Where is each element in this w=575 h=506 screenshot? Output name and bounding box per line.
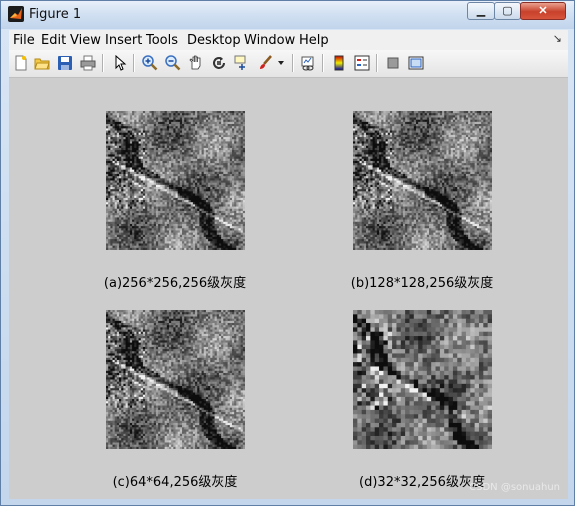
zoom-in-icon[interactable]: [140, 53, 160, 73]
subplot-a-image[interactable]: [106, 111, 245, 250]
brush-icon[interactable]: [255, 53, 275, 73]
title-bar[interactable]: Figure 1 ▁ ▢ ✕: [1, 1, 574, 29]
show-plot-tools-icon[interactable]: [406, 53, 426, 73]
menu-window[interactable]: Window: [244, 33, 295, 48]
menu-tools[interactable]: Tools: [146, 33, 178, 48]
new-figure-icon[interactable]: [11, 53, 31, 73]
figure-window: Figure 1 ▁ ▢ ✕ File Edit View Insert Too…: [0, 0, 575, 506]
subplot-b-pixels: [353, 111, 492, 250]
pixel-cell: [242, 247, 245, 250]
subplot-a-caption: (a)256*256,256级灰度: [103, 276, 247, 291]
save-icon[interactable]: [55, 53, 75, 73]
close-button[interactable]: ✕: [520, 2, 566, 20]
menu-desktop[interactable]: Desktop: [187, 33, 241, 48]
print-icon[interactable]: [78, 53, 98, 73]
subplot-a-pixels: [106, 111, 245, 250]
edit-plot-arrow-icon[interactable]: [110, 53, 130, 73]
maximize-icon: ▢: [502, 5, 513, 17]
menu-insert[interactable]: Insert: [105, 33, 142, 48]
open-file-icon[interactable]: [32, 53, 52, 73]
menu-edit[interactable]: Edit: [41, 33, 66, 48]
subplot-b-image[interactable]: [353, 111, 492, 250]
minimize-icon: ▁: [476, 5, 486, 17]
window-title: Figure 1: [29, 7, 82, 22]
menu-view[interactable]: View: [70, 33, 101, 48]
toolbar-separator: [322, 54, 324, 72]
toolbar-separator: [102, 54, 104, 72]
colorbar-icon[interactable]: [329, 53, 349, 73]
toolbar-separator: [292, 54, 294, 72]
close-icon: ✕: [538, 5, 548, 17]
legend-icon[interactable]: [352, 53, 372, 73]
menu-help[interactable]: Help: [299, 33, 329, 48]
zoom-out-icon[interactable]: [163, 53, 183, 73]
menu-bar: File Edit View Insert Tools Desktop Wind…: [9, 30, 568, 51]
toolbar-separator: [376, 54, 378, 72]
brush-dropdown-icon[interactable]: [275, 53, 287, 73]
figure-canvas[interactable]: (a)256*256,256级灰度 (b)128*128,256级灰度 (c)6…: [9, 78, 568, 499]
link-plot-icon[interactable]: [298, 53, 318, 73]
pan-hand-icon[interactable]: [186, 53, 206, 73]
figure-toolbar: [9, 50, 568, 78]
matlab-app-icon: [8, 6, 24, 22]
dock-figure-icon[interactable]: ↘: [553, 32, 562, 45]
rotate-3d-icon[interactable]: [209, 53, 229, 73]
data-cursor-icon[interactable]: [232, 53, 252, 73]
maximize-button[interactable]: ▢: [494, 2, 521, 20]
hide-plot-tools-icon[interactable]: [383, 53, 403, 73]
menu-file[interactable]: File: [13, 33, 35, 48]
minimize-button[interactable]: ▁: [467, 2, 495, 20]
toolbar-separator: [133, 54, 135, 72]
